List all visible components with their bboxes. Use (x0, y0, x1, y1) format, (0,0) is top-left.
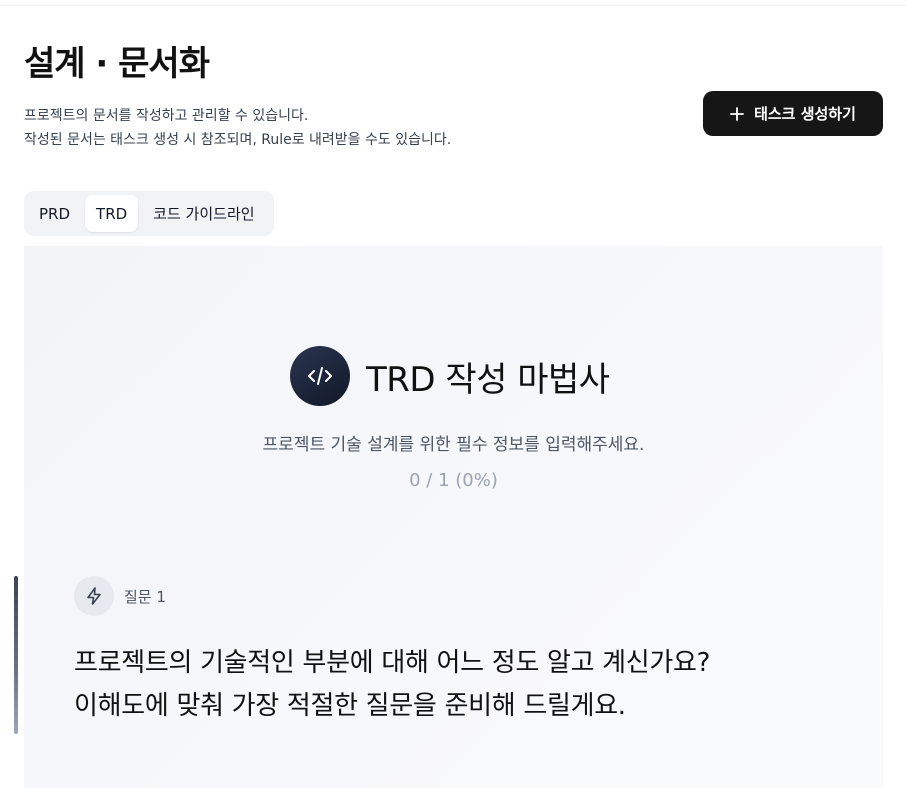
question-label-row: 질문 1 (74, 576, 166, 616)
question-line-1: 프로젝트의 기술적인 부분에 대해 어느 정도 알고 계신가요? (74, 648, 711, 678)
lightning-icon (74, 576, 114, 616)
question-text: 프로젝트의 기술적인 부분에 대해 어느 정도 알고 계신가요? 이해도에 맞춰… (74, 642, 710, 728)
create-task-label: 태스크 생성하기 (754, 105, 856, 123)
page-title: 설계 · 문서화 (24, 44, 210, 84)
question-accent-bar (14, 576, 18, 734)
create-task-button[interactable]: 태스크 생성하기 (703, 91, 883, 136)
tab-trd[interactable]: TRD (85, 195, 139, 232)
description-line-2: 작성된 문서는 태스크 생성 시 참조되며, Rule로 내려받을 수도 있습니… (24, 132, 452, 148)
wizard-header: TRD 작성 마법사 (290, 346, 610, 406)
code-icon (290, 346, 350, 406)
top-divider (0, 5, 906, 6)
document-tabs: PRD TRD 코드 가이드라인 (24, 191, 274, 236)
wizard-subtitle: 프로젝트 기술 설계를 위한 필수 정보를 입력해주세요. (262, 435, 645, 455)
wizard-progress: 0 / 1 (0%) (409, 470, 498, 491)
description-line-1: 프로젝트의 문서를 작성하고 관리할 수 있습니다. (24, 108, 309, 124)
plus-icon (730, 106, 744, 121)
page-description: 프로젝트의 문서를 작성하고 관리할 수 있습니다. 작성된 문서는 태스크 생… (24, 104, 451, 152)
question-number: 질문 1 (124, 587, 166, 606)
question-line-2: 이해도에 맞춰 가장 적절한 질문을 준비해 드릴게요. (74, 691, 626, 721)
tab-prd[interactable]: PRD (28, 195, 81, 232)
wizard-title: TRD 작성 마법사 (366, 359, 610, 400)
tab-code-guideline[interactable]: 코드 가이드라인 (142, 195, 265, 232)
